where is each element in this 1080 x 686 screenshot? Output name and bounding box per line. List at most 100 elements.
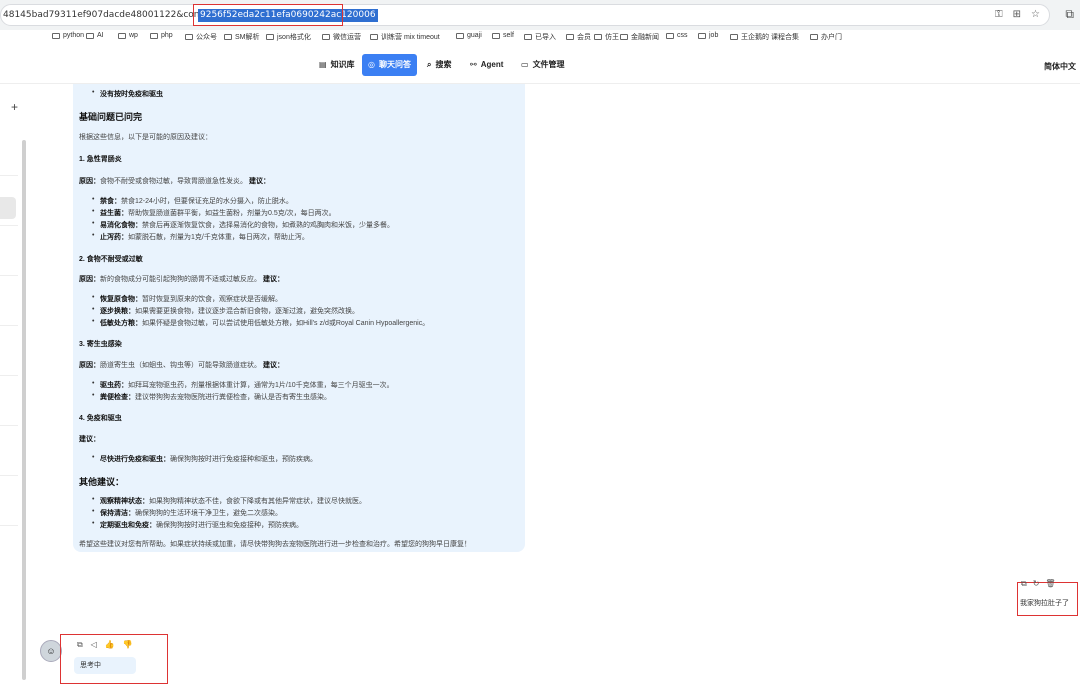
list-item: 恢复原食物：暂时恢复到原来的饮食，观察症状是否缓解。 — [92, 294, 282, 304]
bookmark-item[interactable]: 已导入 — [524, 32, 556, 42]
folder-icon — [810, 34, 818, 40]
list-item: 止泻药：如蒙脱石散，剂量为1克/千克体重，每日两次，帮助止泻。 — [92, 232, 309, 242]
new-chat-plus-icon[interactable]: + — [11, 100, 18, 114]
nav-knowledge-base[interactable]: ▤ 知识库 — [313, 54, 361, 76]
bookmark-icon — [566, 34, 574, 40]
folder-icon — [150, 32, 158, 39]
bookmark-item[interactable]: 微信运营 — [322, 32, 361, 42]
bookmark-icon — [185, 34, 193, 40]
bookmark-item[interactable]: self — [492, 32, 514, 39]
cause-heading: 2. 食物不耐受或过敏 — [79, 256, 143, 263]
extensions-icon[interactable]: ⧉ — [1065, 7, 1074, 22]
bookmark-item[interactable]: 王企鹅的 课程合集 — [730, 32, 799, 42]
list-item: 低敏处方粮：如果怀疑是食物过敏，可以尝试使用低敏处方粮，如Hill's z/d或… — [92, 318, 429, 328]
url-highlight-box — [193, 4, 343, 26]
list-item: 禁食：禁食12-24小时，但要保证充足的水分摄入，防止脱水。 — [92, 196, 293, 206]
bookmark-item[interactable]: SM解析 — [224, 32, 260, 42]
bookmark-item[interactable]: json格式化 — [266, 32, 311, 42]
bookmark-item[interactable]: 会员 — [566, 32, 591, 42]
cause-text: 原因：食物不耐受或食物过敏，导致胃肠道急性发炎。 建议： — [79, 178, 270, 185]
sidebar-divider — [0, 175, 18, 176]
bookmark-item[interactable]: 办户门 — [810, 32, 842, 42]
sidebar-divider — [0, 475, 18, 476]
list-item: 保持清洁：确保狗狗的生活环境干净卫生，避免二次感染。 — [92, 508, 282, 518]
bookmarks-bar: python AI wp php 公众号 SM解析 json格式化 微信运营 训… — [0, 30, 1080, 44]
thumbs-down-icon[interactable]: 👎 — [123, 640, 133, 650]
book-icon: ▤ — [319, 60, 327, 69]
translate-icon[interactable]: ⊞ — [1013, 9, 1021, 20]
list-item: 尽快进行免疫和驱虫：确保狗狗按时进行免疫接种和驱虫，预防疾病。 — [92, 454, 317, 464]
thumbs-up-icon[interactable]: 👍 — [105, 640, 115, 650]
bookmark-item[interactable]: 训练营 mix timeout — [370, 32, 440, 42]
bookmark-item[interactable]: AI — [86, 32, 104, 39]
bookmark-item[interactable]: job — [698, 32, 718, 39]
language-selector[interactable]: 简体中文 — [1044, 61, 1076, 72]
user-message-actions: ⧉ ↻ 🗑 — [1021, 579, 1056, 589]
folder-icon — [118, 32, 126, 39]
assistant-answer-bubble: 没有按时免疫和驱虫 基础问题已问完 根据这些信息，以下是可能的原因及建议： 1.… — [73, 84, 525, 552]
bookmark-icon — [620, 34, 628, 40]
sidebar-divider — [0, 325, 18, 326]
folder-icon — [492, 32, 500, 39]
copy-icon[interactable]: ⧉ — [77, 640, 83, 650]
list-item: 观察精神状态：如果狗狗精神状态不佳，食欲下降或有其他异常症状，建议尽快就医。 — [92, 496, 366, 506]
url-field[interactable]: 48145bad79311ef907dacde48001122&conversa… — [0, 4, 1050, 26]
sidebar-divider — [0, 375, 18, 376]
list-item: 粪便检查：建议带狗狗去宠物医院进行粪便检查，确认是否有寄生虫感染。 — [92, 392, 331, 402]
star-icon[interactable]: ☆ — [1031, 9, 1040, 20]
folder-icon — [86, 32, 94, 39]
assistant-message-actions: ⧉ ◁ 👍 👎 — [77, 640, 133, 650]
list-item: 易消化食物：禁食后再逐渐恢复饮食，选择易消化的食物，如煮熟的鸡胸肉和米饭，少量多… — [92, 220, 394, 230]
bookmark-item[interactable]: 金融新闻 — [620, 32, 659, 42]
key-icon[interactable]: ⚿ — [995, 9, 1003, 20]
sidebar-divider — [0, 225, 18, 226]
agent-icon: ⚯ — [470, 60, 477, 69]
list-item: 益生菌：帮助恢复肠道菌群平衡，如益生菌粉，剂量为0.5克/次，每日两次。 — [92, 208, 336, 218]
user-message: 我家狗拉肚子了 — [1020, 600, 1069, 607]
bookmark-item[interactable]: 公众号 — [185, 32, 217, 42]
folder-icon — [524, 34, 532, 40]
bookmark-item[interactable]: wp — [118, 32, 138, 39]
nav-file-management[interactable]: ▭ 文件管理 — [515, 54, 571, 76]
list-item: 驱虫药：如拜耳宠物驱虫药，剂量根据体重计算，通常为1片/10千克体重，每三个月驱… — [92, 380, 394, 390]
bookmark-icon — [730, 34, 738, 40]
bookmark-icon — [370, 34, 378, 40]
bookmark-icon — [322, 34, 330, 40]
bookmark-icon — [266, 34, 274, 40]
nav-search[interactable]: ⌕ 搜索 — [421, 54, 457, 76]
advice-label: 建议： — [79, 436, 100, 443]
section-heading: 其他建议： — [79, 477, 125, 487]
cause-heading: 4. 免疫和驱虫 — [79, 415, 122, 422]
list-item: 定期驱虫和免疫：确保狗狗按时进行驱虫和免疫接种，预防疾病。 — [92, 520, 303, 530]
bookmark-item[interactable]: php — [150, 32, 173, 39]
refresh-icon[interactable]: ↻ — [1033, 579, 1040, 589]
sidebar-divider — [0, 275, 18, 276]
folder-icon — [52, 32, 60, 39]
copy-icon[interactable]: ⧉ — [1021, 579, 1027, 589]
bookmark-item[interactable]: python — [52, 32, 84, 39]
list-item: 逐步换粮：如果需要更换食物，建议逐步混合新旧食物，逐渐过渡，避免突然改换。 — [92, 306, 359, 316]
speaker-icon[interactable]: ◁ — [91, 640, 97, 650]
sidebar-divider — [0, 425, 18, 426]
cause-heading: 1. 急性胃肠炎 — [79, 156, 122, 163]
chat-icon: ◎ — [368, 60, 375, 69]
top-navigation: ▤ 知识库 ◎ 聊天问答 ⌕ 搜索 ⚯ Agent ▭ 文件管理 简体中文 — [0, 50, 1080, 84]
sidebar: + — [0, 85, 28, 686]
intro-text: 根据这些信息，以下是可能的原因及建议： — [79, 134, 212, 141]
folder-icon: ▭ — [521, 60, 529, 69]
nav-agent[interactable]: ⚯ Agent — [464, 54, 509, 76]
browser-address-bar: 48145bad79311ef907dacde48001122&conversa… — [0, 0, 1080, 30]
bookmark-icon — [594, 34, 602, 40]
search-icon: ⌕ — [427, 60, 432, 69]
bookmark-item[interactable]: css — [666, 32, 688, 39]
address-bar-icons: ⚿ ⊞ ☆ — [995, 9, 1040, 20]
sidebar-scrollbar[interactable] — [22, 140, 26, 680]
bookmark-item[interactable]: 仿王 — [594, 32, 619, 42]
nav-chat[interactable]: ◎ 聊天问答 — [362, 54, 417, 76]
sidebar-selected-item[interactable] — [0, 197, 16, 219]
bookmark-item[interactable]: guaji — [456, 32, 482, 39]
cause-text: 原因：新的食物成分可能引起狗狗的肠胃不适或过敏反应。 建议： — [79, 276, 284, 283]
assistant-avatar: ☺ — [40, 640, 62, 662]
thinking-indicator: 思考中 — [74, 657, 136, 674]
delete-icon[interactable]: 🗑 — [1045, 579, 1055, 589]
